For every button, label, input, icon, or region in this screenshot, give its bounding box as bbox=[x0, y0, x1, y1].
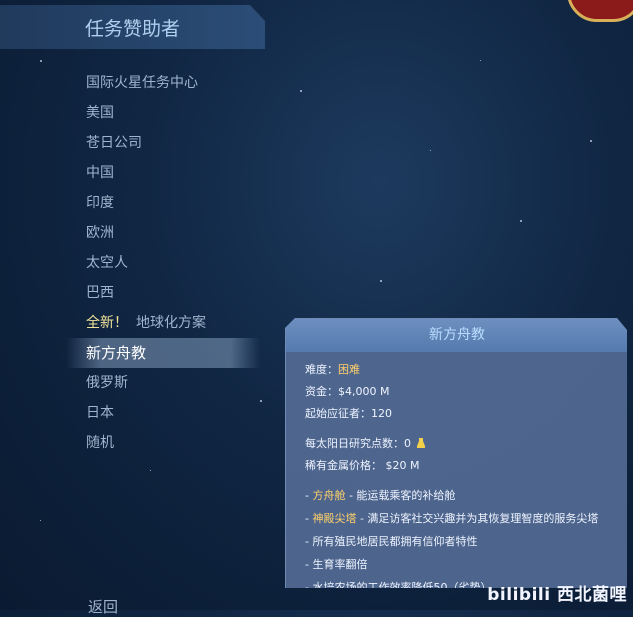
panel-title: 新方舟教 bbox=[286, 319, 627, 352]
sponsor-item[interactable]: 巴西 bbox=[0, 278, 260, 308]
sponsor-item[interactable]: 中国 bbox=[0, 158, 260, 188]
panel-body: 难度：困难 资金：$4,000 M 起始应征者：120 每太阳日研究点数：0 稀… bbox=[305, 361, 610, 588]
sponsor-item[interactable]: 欧洲 bbox=[0, 218, 260, 248]
sponsor-item[interactable]: 太空人 bbox=[0, 248, 260, 278]
sponsor-item[interactable]: 国际火星任务中心 bbox=[0, 68, 260, 98]
feature-bullet: - 生育率翻倍 bbox=[305, 558, 368, 571]
sponsor-item-terraforming[interactable]: 全新！ 地球化方案 bbox=[0, 308, 260, 338]
funding-row: 资金：$4,000 M bbox=[305, 385, 390, 398]
research-text: 每太阳日研究点数：0 bbox=[305, 437, 411, 450]
sponsor-item[interactable]: 苍日公司 bbox=[0, 128, 260, 158]
difficulty-value: 困难 bbox=[338, 363, 360, 376]
sponsor-item[interactable]: 印度 bbox=[0, 188, 260, 218]
flask-icon bbox=[416, 438, 425, 448]
feature-bullet: - 神殿尖塔 - 满足访客社交兴趣并为其恢复理智度的服务尖塔 bbox=[305, 512, 599, 525]
new-badge: 全新！ bbox=[86, 315, 128, 331]
research-row: 每太阳日研究点数：0 bbox=[305, 435, 610, 451]
difficulty-row: 难度：困难 bbox=[305, 361, 610, 377]
feature-bullet: - 所有殖民地居民都拥有信仰者特性 bbox=[305, 535, 478, 548]
applicants-row: 起始应征者：120 bbox=[305, 407, 392, 420]
sponsor-item[interactable]: 俄罗斯 bbox=[0, 368, 260, 398]
sponsor-item[interactable]: 随机 bbox=[0, 428, 260, 458]
sponsor-detail-panel: 新方舟教 难度：困难 资金：$4,000 M 起始应征者：120 每太阳日研究点… bbox=[285, 318, 627, 588]
feature-bullet: - 方舟舱 - 能运载乘客的补给舱 bbox=[305, 489, 456, 502]
back-button[interactable]: 返回 bbox=[88, 596, 118, 617]
sponsor-item-selected[interactable]: 新方舟教 bbox=[66, 338, 260, 368]
sponsor-label: 地球化方案 bbox=[136, 315, 206, 331]
emblem-badge bbox=[567, 0, 633, 22]
watermark-logo: bilibili 西北菌哩 bbox=[487, 585, 627, 605]
difficulty-label: 难度： bbox=[305, 363, 338, 376]
sponsor-list: 国际火星任务中心 美国 苍日公司 中国 印度 欧洲 太空人 巴西 全新！ 地球化方… bbox=[0, 68, 260, 458]
sponsor-item[interactable]: 日本 bbox=[0, 398, 260, 428]
sponsor-item[interactable]: 美国 bbox=[0, 98, 260, 128]
page-title: 任务赞助者 bbox=[85, 18, 181, 40]
metal-price-row: 稀有金属价格： $20 M bbox=[305, 459, 420, 472]
